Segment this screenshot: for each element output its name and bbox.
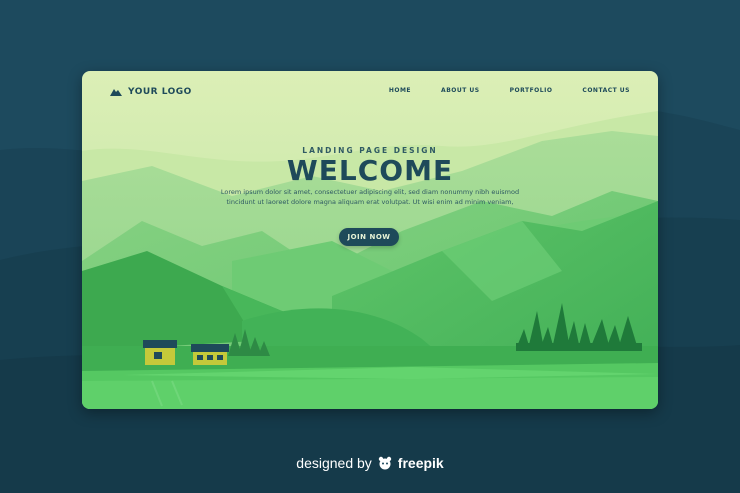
credit-brand[interactable]: freepik xyxy=(398,455,444,471)
hero-body-line-2: tincidunt ut laoreet dolore magna aliqua… xyxy=(226,198,514,206)
credit-line: designed by freepik xyxy=(0,455,740,471)
nav-portfolio[interactable]: PORTFOLIO xyxy=(510,87,553,94)
logo-text: YOUR LOGO xyxy=(128,87,192,97)
hero-title: WELCOME xyxy=(286,154,454,187)
nav-home[interactable]: HOME xyxy=(389,87,411,94)
mountain-icon xyxy=(110,89,122,96)
top-nav: HOME ABOUT US PORTFOLIO CONTACT US xyxy=(389,87,630,94)
house-right xyxy=(191,344,229,365)
join-now-button[interactable]: JOIN NOW xyxy=(339,228,399,246)
landing-card: YOUR LOGO HOME ABOUT US PORTFOLIO CONTAC… xyxy=(82,71,658,409)
nav-about-us[interactable]: ABOUT US xyxy=(441,87,480,94)
freepik-icon xyxy=(378,456,391,470)
nav-contact-us[interactable]: CONTACT US xyxy=(582,87,630,94)
house-left xyxy=(143,340,177,365)
hero-body: Lorem ipsum dolor sit amet, consectetuer… xyxy=(210,187,530,207)
logo[interactable]: YOUR LOGO xyxy=(110,87,192,97)
hero-body-line-1: Lorem ipsum dolor sit amet, consectetuer… xyxy=(220,188,520,196)
credit-prefix: designed by xyxy=(296,455,372,471)
